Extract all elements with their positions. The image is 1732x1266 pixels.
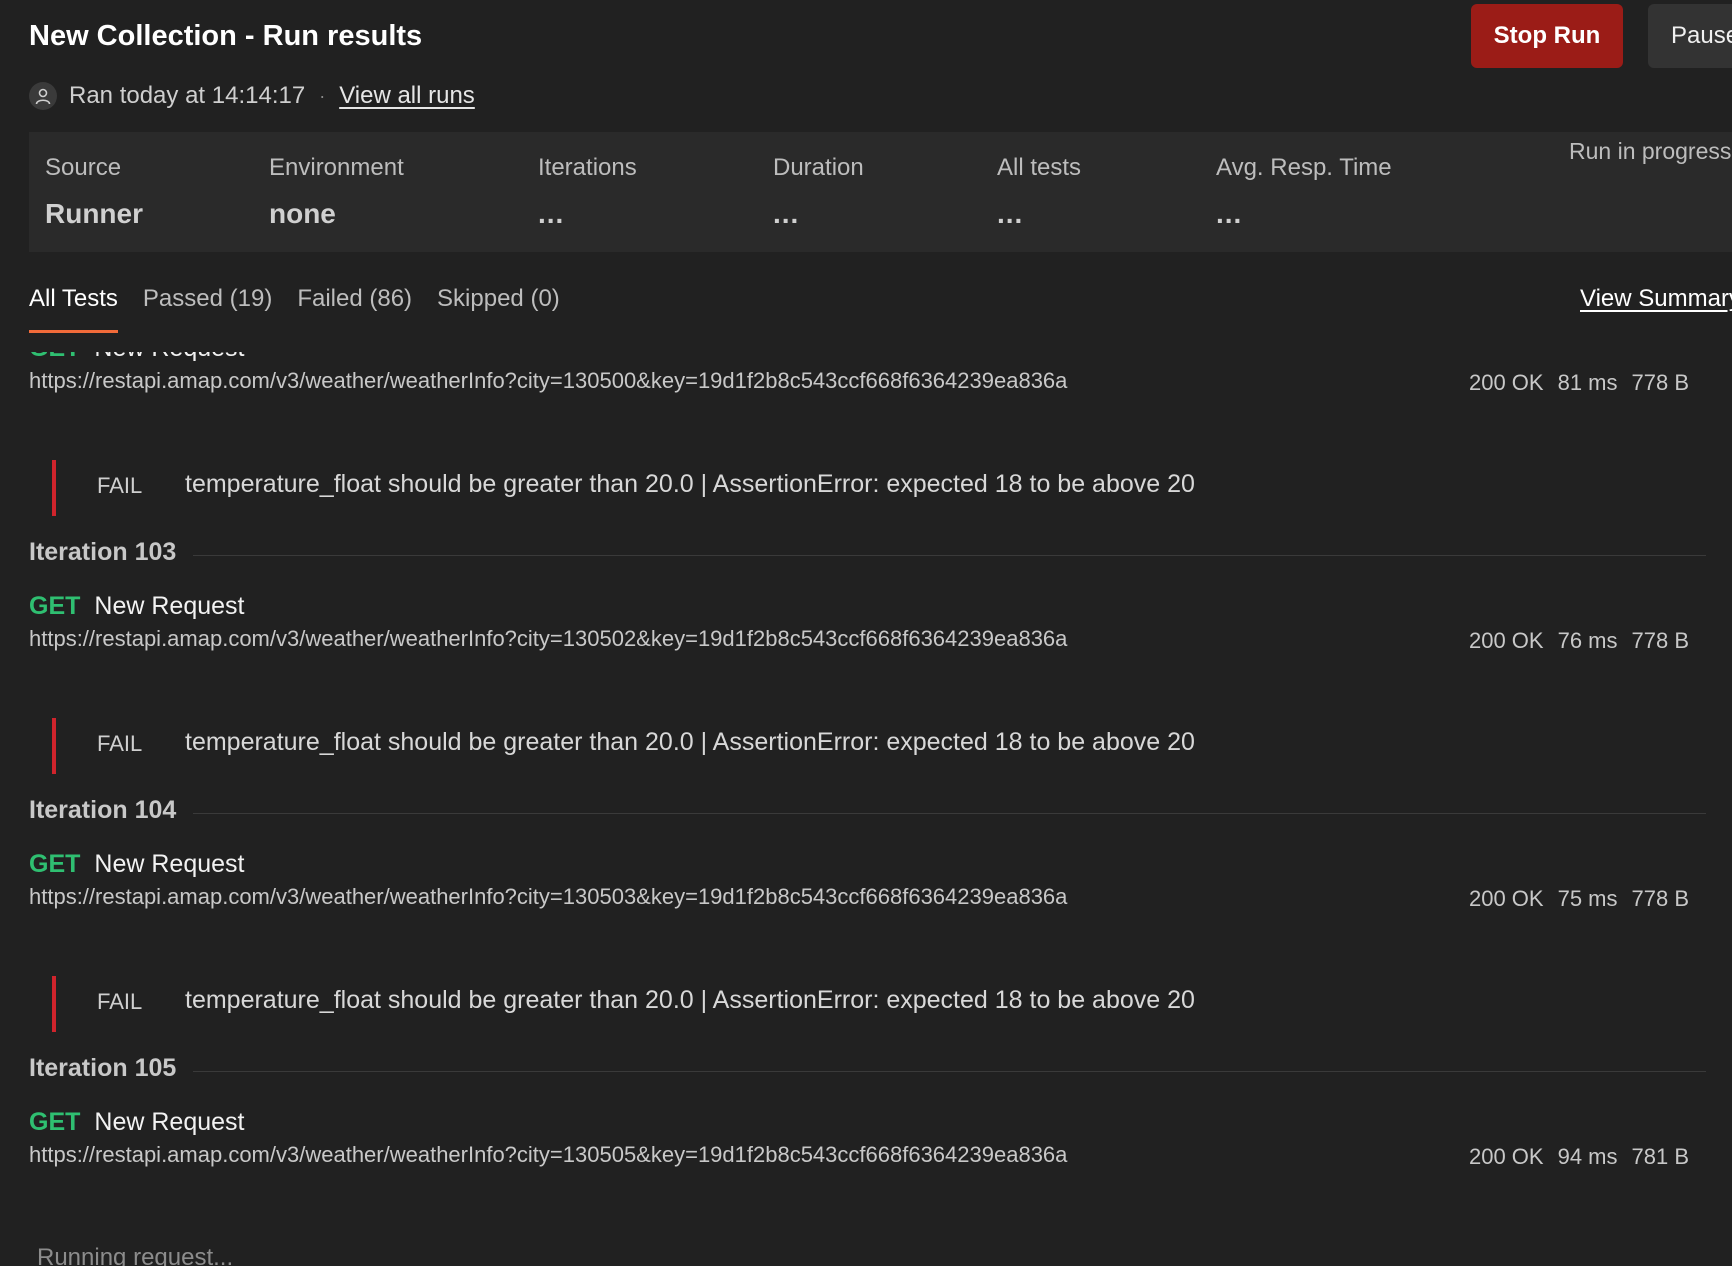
response-time: 76 ms <box>1557 628 1618 653</box>
response-size: 781 B <box>1631 1144 1690 1169</box>
request-name: New Request <box>94 1108 245 1136</box>
request-metrics: 200 OK 94 ms 781 B <box>1455 1144 1689 1170</box>
response-time: 75 ms <box>1557 886 1618 911</box>
iterations-label: Iterations <box>538 154 637 181</box>
view-summary-link[interactable]: View Summary <box>1580 285 1732 313</box>
tab-skipped[interactable]: Skipped (0) <box>437 283 560 333</box>
response-status: 200 OK <box>1468 370 1544 395</box>
request-result[interactable]: GET New Request https://restapi.amap.com/… <box>0 352 1732 456</box>
request-header: GET New Request <box>29 352 244 363</box>
view-all-runs-link[interactable]: View all runs <box>339 82 475 110</box>
pause-button[interactable]: Pause <box>1648 4 1732 68</box>
request-url: https://restapi.amap.com/v3/weather/weat… <box>29 1142 1068 1167</box>
request-name: New Request <box>94 592 245 620</box>
tab-all-tests[interactable]: All Tests <box>29 283 118 333</box>
run-status-text: Run in progress <box>1569 138 1732 164</box>
test-result-fail: FAIL temperature_float should be greater… <box>0 456 1732 526</box>
running-request-status: Running request... <box>0 1230 1732 1266</box>
page-title: New Collection - Run results <box>29 20 423 52</box>
response-time: 94 ms <box>1557 1144 1618 1169</box>
request-url: https://restapi.amap.com/v3/weather/weat… <box>29 626 1068 651</box>
duration-label: Duration <box>773 154 864 181</box>
request-result[interactable]: GET New Request https://restapi.amap.com/… <box>0 1108 1732 1230</box>
fail-message: temperature_float should be greater than… <box>185 470 1195 498</box>
run-meta: Ran today at 14:14:17 · View all runs <box>29 80 475 112</box>
running-request-text: Running request... <box>37 1244 234 1266</box>
fail-label: FAIL <box>97 731 143 756</box>
source-label: Source <box>45 154 122 181</box>
response-status: 200 OK <box>1468 628 1544 653</box>
all-tests-value: ... <box>997 198 1024 229</box>
iterations-value: ... <box>538 198 565 229</box>
stop-run-button[interactable]: Stop Run <box>1471 4 1623 68</box>
tab-passed[interactable]: Passed (19) <box>143 283 272 333</box>
response-status: 200 OK <box>1468 1144 1544 1169</box>
iteration-label: Iteration 105 <box>29 1054 177 1082</box>
request-method: GET <box>29 352 80 362</box>
test-result-fail: FAIL temperature_float should be greater… <box>0 972 1732 1042</box>
fail-indicator <box>52 718 56 774</box>
fail-message: temperature_float should be greater than… <box>185 728 1195 756</box>
request-result[interactable]: GET New Request https://restapi.amap.com/… <box>0 592 1732 714</box>
request-header: GET New Request <box>29 850 244 879</box>
result-tabs: All Tests Passed (19) Failed (86) Skippe… <box>29 283 585 333</box>
iteration-header: Iteration 105 <box>0 1042 1732 1108</box>
fail-indicator <box>52 976 56 1032</box>
environment-label: Environment <box>269 154 404 181</box>
source-value: Runner <box>45 198 143 229</box>
response-time: 81 ms <box>1557 370 1618 395</box>
iteration-header: Iteration 103 <box>0 526 1732 592</box>
ran-time-text: Ran today at 14:14:17 <box>69 82 306 109</box>
response-size: 778 B <box>1631 886 1690 911</box>
request-method: GET <box>29 850 81 878</box>
fail-label: FAIL <box>97 989 143 1014</box>
response-status: 200 OK <box>1468 886 1544 911</box>
request-url: https://restapi.amap.com/v3/weather/weat… <box>29 368 1068 393</box>
results-list: GET New Request https://restapi.amap.com/… <box>0 352 1732 1266</box>
response-size: 778 B <box>1631 628 1690 653</box>
request-metrics: 200 OK 76 ms 778 B <box>1455 628 1689 654</box>
request-metrics: 200 OK 81 ms 778 B <box>1455 370 1689 396</box>
fail-label: FAIL <box>97 473 143 498</box>
request-metrics: 200 OK 75 ms 778 B <box>1455 886 1689 912</box>
environment-value: none <box>269 198 336 229</box>
request-method: GET <box>29 1108 81 1136</box>
request-method: GET <box>29 592 81 620</box>
fail-message: temperature_float should be greater than… <box>185 986 1195 1014</box>
request-result[interactable]: GET New Request https://restapi.amap.com/… <box>0 850 1732 972</box>
request-header: GET New Request <box>29 592 244 621</box>
run-stats-panel: Source Runner Environment none Iteration… <box>29 132 1732 252</box>
divider <box>193 813 1706 814</box>
request-url: https://restapi.amap.com/v3/weather/weat… <box>29 884 1068 909</box>
divider <box>193 555 1706 556</box>
iteration-label: Iteration 103 <box>29 538 177 566</box>
test-result-fail: FAIL temperature_float should be greater… <box>0 714 1732 784</box>
request-name: New Request <box>94 850 245 878</box>
avg-resp-time-label: Avg. Resp. Time <box>1216 154 1392 181</box>
iteration-label: Iteration 104 <box>29 796 177 824</box>
request-name: New Request <box>94 352 244 362</box>
request-header: GET New Request <box>29 1108 244 1137</box>
all-tests-label: All tests <box>997 154 1082 181</box>
response-size: 778 B <box>1631 370 1690 395</box>
iteration-header: Iteration 104 <box>0 784 1732 850</box>
user-icon <box>29 82 57 110</box>
divider <box>193 1071 1706 1072</box>
duration-value: ... <box>773 198 800 229</box>
avg-resp-time-value: ... <box>1216 198 1243 229</box>
tab-failed[interactable]: Failed (86) <box>297 283 412 333</box>
fail-indicator <box>52 460 56 516</box>
meta-separator: · <box>319 85 326 106</box>
